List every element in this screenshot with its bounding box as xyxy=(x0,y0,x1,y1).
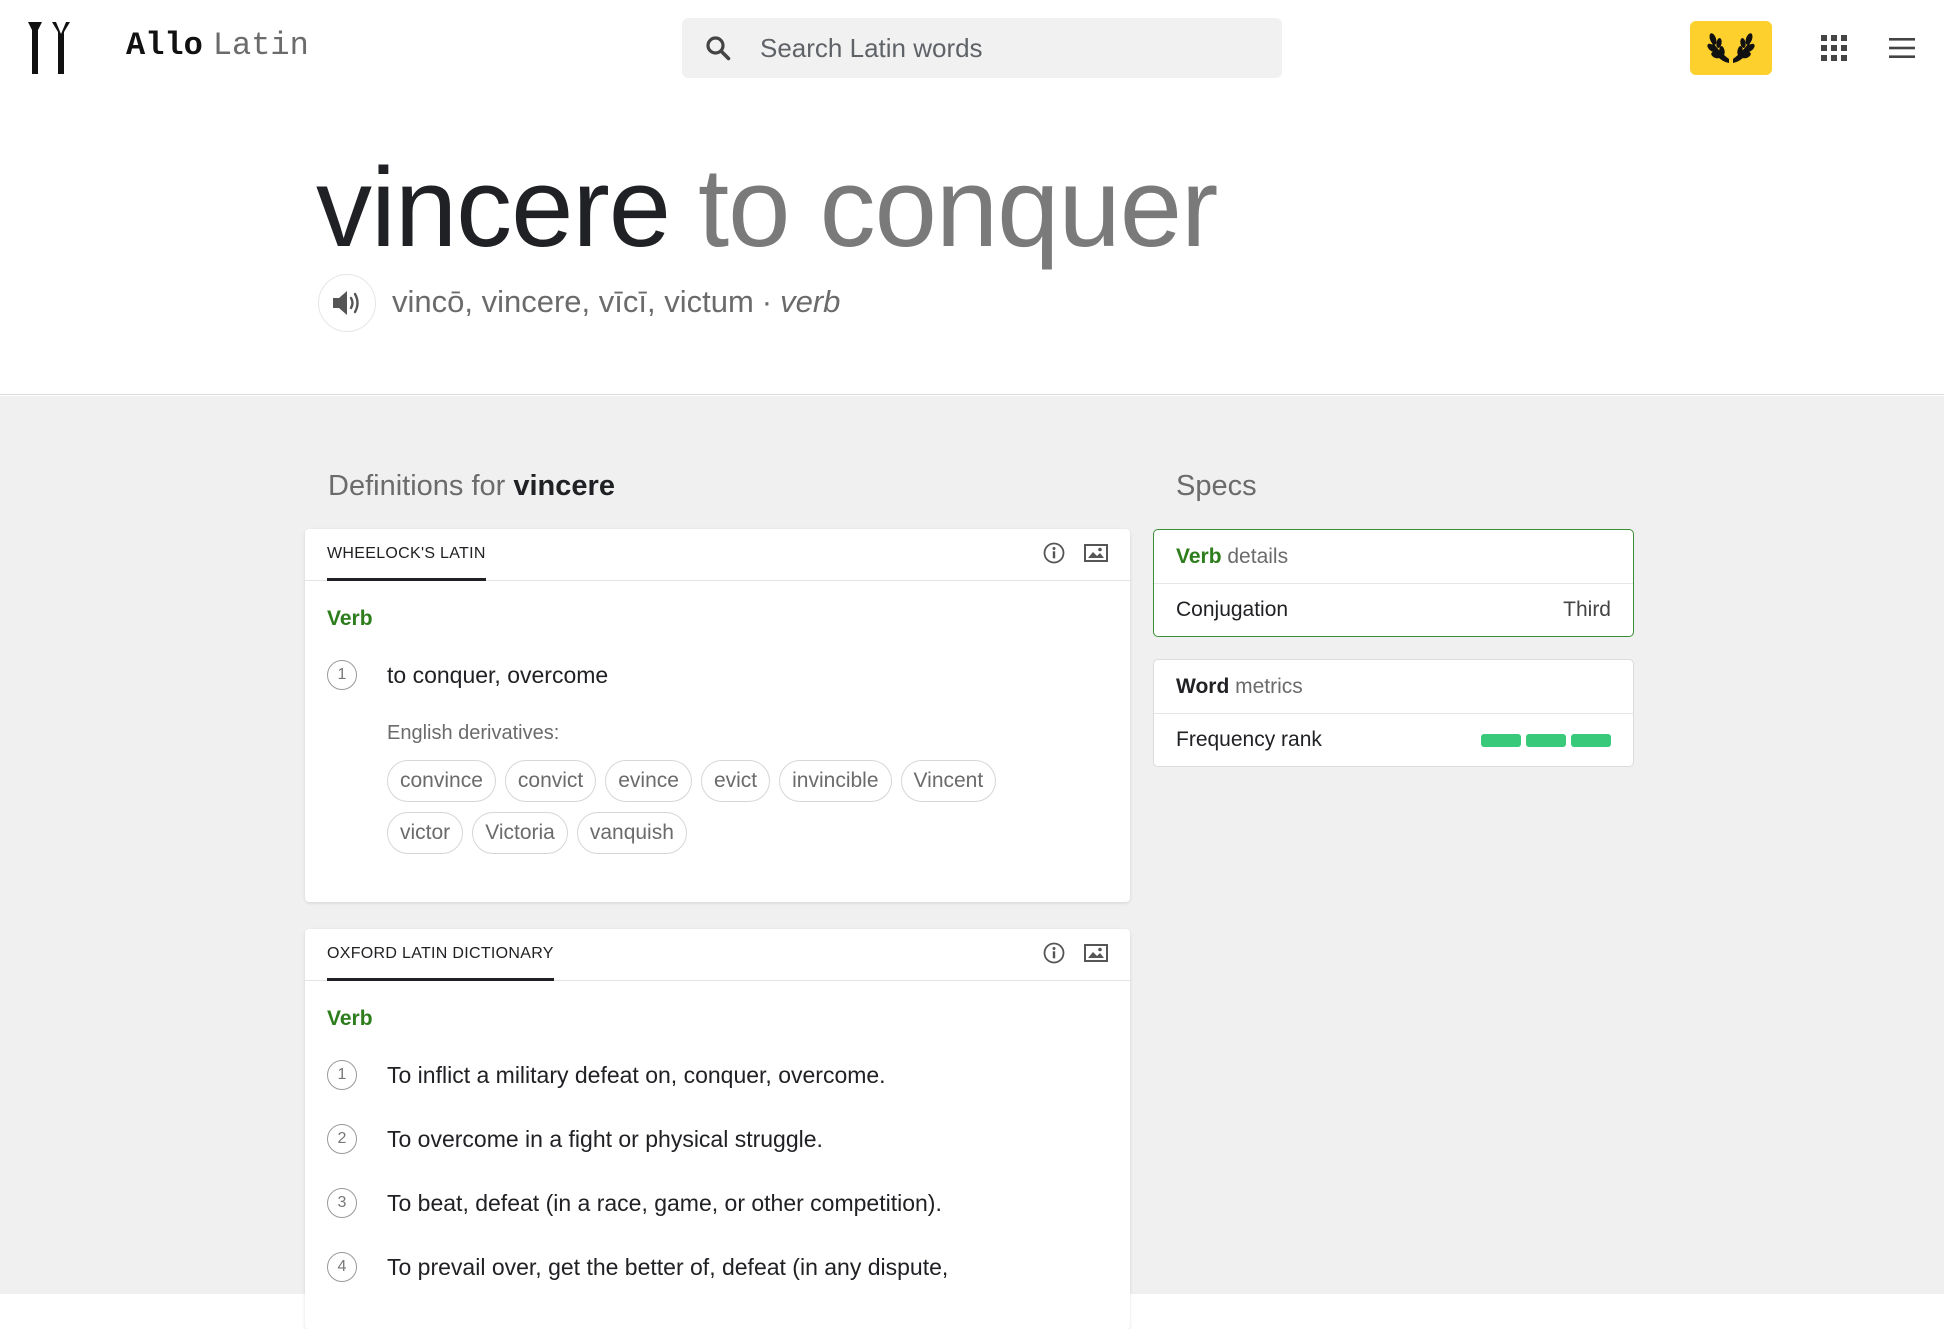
derivative-chip[interactable]: vanquish xyxy=(576,812,687,854)
card-header: OXFORD LATIN DICTIONARY xyxy=(305,929,1130,981)
sense-number: 1 xyxy=(327,1060,357,1090)
hamburger-menu-icon[interactable] xyxy=(1882,28,1922,68)
conjugation-value: Third xyxy=(1563,598,1611,621)
frequency-label: Frequency rank xyxy=(1176,728,1322,751)
top-bar: Allo Latin xyxy=(0,0,1944,96)
definition-card-wheelock: WHEELOCK'S LATIN Verb 1 to conquer, over… xyxy=(305,529,1130,902)
sense-text: to conquer, overcome xyxy=(387,662,609,688)
laurel-icon xyxy=(1707,33,1755,63)
pronunciation-button[interactable] xyxy=(318,274,376,332)
image-icon[interactable] xyxy=(1084,941,1108,965)
derivative-chip[interactable]: evict xyxy=(700,760,771,802)
pos-label: Verb xyxy=(327,607,373,630)
speaker-icon xyxy=(333,291,359,315)
verb-details-heading: Verb details xyxy=(1154,530,1633,583)
premium-button[interactable] xyxy=(1690,21,1772,75)
sense-item: 1 to conquer, overcome xyxy=(327,660,608,690)
word-metrics-heading: Word metrics xyxy=(1154,660,1633,713)
brand-name[interactable]: Allo Latin xyxy=(126,27,309,64)
conjugation-label: Conjugation xyxy=(1176,598,1289,621)
sense-text: To prevail over, get the better of, defe… xyxy=(387,1254,949,1280)
specs-title: Specs xyxy=(1176,470,1257,502)
definitions-title-word: vincere xyxy=(513,470,615,502)
principal-parts: vincō, vincere, vīcī, victum xyxy=(392,284,754,319)
definitions-title: Definitions for vincere xyxy=(328,470,615,503)
derivatives-label: English derivatives: xyxy=(387,722,560,744)
apps-grid-icon[interactable] xyxy=(1814,28,1854,68)
derivative-chip[interactable]: convince xyxy=(387,760,496,802)
sense-item: 1 To inflict a military defeat on, conqu… xyxy=(327,1060,886,1090)
search-icon[interactable] xyxy=(688,18,748,78)
frequency-bars xyxy=(1481,733,1611,747)
word-metrics-heading-strong: Word xyxy=(1176,674,1230,698)
derivative-chip[interactable]: invincible xyxy=(779,760,892,802)
search-bar xyxy=(682,18,1282,78)
conjugation-row: Conjugation Third xyxy=(1154,583,1633,636)
separator: · xyxy=(761,284,773,319)
info-icon[interactable] xyxy=(1042,541,1066,565)
card-header: WHEELOCK'S LATIN xyxy=(305,529,1130,581)
frequency-bar xyxy=(1526,733,1566,747)
brand-secondary: Latin xyxy=(212,27,309,64)
definition-card-oxford: OXFORD LATIN DICTIONARY Verb 1 To inflic… xyxy=(305,929,1130,1329)
verb-details-heading-rest: details xyxy=(1227,544,1289,568)
sense-number: 1 xyxy=(327,660,357,690)
sense-text: To overcome in a fight or physical strug… xyxy=(387,1126,823,1152)
entry-hero: vincere to conquer vincō, vincere, vīcī, … xyxy=(0,96,1944,395)
frequency-bar xyxy=(1571,733,1611,747)
brand-primary: Allo xyxy=(126,27,203,64)
source-tab[interactable]: OXFORD LATIN DICTIONARY xyxy=(327,929,554,981)
derivative-chip[interactable]: convict xyxy=(504,760,597,802)
sense-text: To beat, defeat (in a race, game, or oth… xyxy=(387,1190,942,1216)
sense-number: 3 xyxy=(327,1188,357,1218)
definitions-title-prefix: Definitions for xyxy=(328,470,506,502)
sense-number: 4 xyxy=(327,1252,357,1282)
derivative-chip[interactable]: Victoria xyxy=(472,812,568,854)
derivative-chip[interactable]: Vincent xyxy=(900,760,997,802)
sense-number: 2 xyxy=(327,1124,357,1154)
frequency-bar xyxy=(1481,733,1521,747)
sense-item: 2 To overcome in a fight or physical str… xyxy=(327,1124,823,1154)
lemma: vincere xyxy=(316,145,671,270)
verb-details-heading-strong: Verb xyxy=(1176,544,1222,568)
derivative-chip[interactable]: evince xyxy=(605,760,692,802)
search-input[interactable] xyxy=(760,32,1260,64)
verb-details-card: Verb details Conjugation Third xyxy=(1153,529,1634,637)
sense-item: 3 To beat, defeat (in a race, game, or o… xyxy=(327,1188,942,1218)
principal-parts-line: vincō, vincere, vīcī, victum · verb xyxy=(392,284,840,320)
source-tab[interactable]: WHEELOCK'S LATIN xyxy=(327,529,486,581)
part-of-speech: verb xyxy=(780,284,841,319)
image-icon[interactable] xyxy=(1084,541,1108,565)
entry-headword: vincere to conquer xyxy=(316,145,1218,270)
derivatives-list: convince convict evince evict invincible… xyxy=(387,760,1047,854)
sense-text: To inflict a military defeat on, conquer… xyxy=(387,1062,886,1088)
derivative-chip[interactable]: victor xyxy=(387,812,464,854)
word-metrics-card: Word metrics Frequency rank xyxy=(1153,659,1634,767)
sense-item: 4 To prevail over, get the better of, de… xyxy=(327,1252,948,1282)
frequency-row: Frequency rank xyxy=(1154,713,1633,766)
pos-label: Verb xyxy=(327,1007,373,1030)
main-content: Definitions for vincere WHEELOCK'S LATIN… xyxy=(0,396,1944,1329)
info-icon[interactable] xyxy=(1042,941,1066,965)
word-metrics-heading-rest: metrics xyxy=(1235,674,1303,698)
logo-icon[interactable] xyxy=(26,20,82,76)
gloss: to conquer xyxy=(698,145,1218,270)
